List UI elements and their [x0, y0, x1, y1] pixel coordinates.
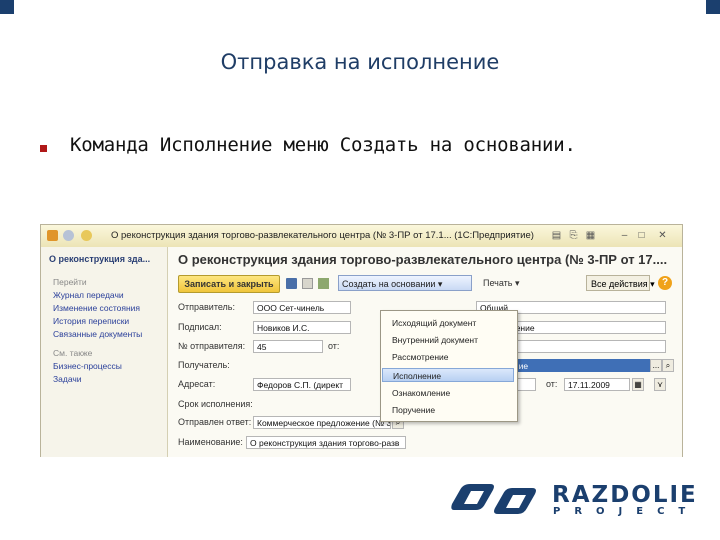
- signed-field[interactable]: Новиков И.С.: [253, 321, 351, 334]
- back-icon[interactable]: [63, 230, 74, 241]
- razdolie-logo-icon: [451, 484, 536, 514]
- app-logo-icon: [47, 230, 58, 241]
- star-icon[interactable]: [81, 230, 92, 241]
- create-based-on-button[interactable]: Создать на основании ▾: [338, 275, 472, 291]
- minimize-icon[interactable]: –: [619, 230, 630, 241]
- menu-item-acquaintance[interactable]: Ознакомление: [382, 386, 514, 400]
- state-search-button[interactable]: ⌕: [662, 359, 674, 372]
- label-name: Наименование:: [178, 437, 243, 447]
- logo-name: RAZDOLIE: [552, 482, 698, 508]
- addressee-field[interactable]: Федоров С.П. (директ: [253, 378, 351, 391]
- label-from-1: от:: [328, 341, 340, 351]
- sidebar-link-business-processes[interactable]: Бизнес-процессы: [53, 361, 122, 371]
- label-reply-to: Отправлен ответ:: [178, 417, 252, 427]
- bullet-marker: [40, 145, 47, 152]
- name-field[interactable]: О реконструкция здания торгово-разв: [246, 436, 406, 449]
- sidebar-header: О реконструкция зда...: [49, 254, 151, 264]
- create-based-on-menu: Исходящий документ Внутренний документ Р…: [380, 310, 518, 422]
- menu-item-execution[interactable]: Исполнение: [382, 368, 514, 382]
- form-toolbar: Записать и закрыть Создать на основании …: [168, 273, 682, 295]
- close-icon[interactable]: ✕: [657, 230, 668, 241]
- slide-title: Отправка на исполнение: [220, 50, 500, 74]
- window-titlebar: О реконструкция здания торгово-развлекат…: [41, 225, 682, 248]
- reply-to-field[interactable]: Коммерческое предложение (№ 3-09-1: [253, 416, 391, 429]
- all-actions-button[interactable]: Все действия ▾: [586, 275, 655, 291]
- date-field[interactable]: 17.11.2009: [564, 378, 630, 391]
- label-deadline: Срок исполнения:: [178, 399, 253, 409]
- label-from-2: от:: [546, 379, 558, 389]
- menu-item-assignment[interactable]: Поручение: [382, 403, 514, 417]
- print-button[interactable]: Печать ▾: [483, 278, 520, 289]
- sidebar: О реконструкция зда... Перейти Журнал пе…: [41, 247, 168, 457]
- state-select-button[interactable]: ...: [650, 359, 662, 372]
- sidebar-section-see-also: См. также: [53, 348, 93, 358]
- label-recipient: Получатель:: [178, 360, 230, 370]
- menu-item-review[interactable]: Рассмотрение: [382, 350, 514, 364]
- menu-item-internal[interactable]: Внутренний документ: [382, 333, 514, 347]
- corner-square-top-left: [0, 0, 14, 14]
- corner-square-top-right: [706, 0, 720, 14]
- copy-icon[interactable]: ▤: [551, 230, 562, 241]
- app-screenshot: О реконструкция здания торгово-развлекат…: [40, 224, 683, 457]
- menu-item-outgoing[interactable]: Исходящий документ: [382, 316, 514, 330]
- link-icon[interactable]: ⎘: [568, 230, 579, 241]
- sidebar-link-state-change[interactable]: Изменение состояния: [53, 303, 140, 313]
- label-addressee: Адресат:: [178, 379, 216, 389]
- sidebar-link-tasks[interactable]: Задачи: [53, 374, 82, 384]
- help-icon[interactable]: ?: [658, 276, 672, 290]
- more-button[interactable]: ⋎: [654, 378, 666, 391]
- logo-subtitle: PROJECT: [553, 506, 700, 517]
- sidebar-link-related-docs[interactable]: Связанные документы: [53, 329, 142, 339]
- sidebar-section-goto: Перейти: [53, 277, 87, 287]
- sidebar-link-transfer-log[interactable]: Журнал передачи: [53, 290, 124, 300]
- calendar-icon[interactable]: ▦: [585, 230, 596, 241]
- save-icon[interactable]: [286, 278, 297, 289]
- label-signed: Подписал:: [178, 322, 222, 332]
- sender-field[interactable]: ООО Сет-чинель: [253, 301, 351, 314]
- bullet-text: Команда Исполнение меню Создать на основ…: [70, 134, 576, 156]
- form-title: О реконструкция здания торгово-развлекат…: [178, 252, 668, 267]
- save-close-button[interactable]: Записать и закрыть: [178, 275, 280, 293]
- maximize-icon[interactable]: □: [636, 230, 647, 241]
- label-sender-no: № отправителя:: [178, 341, 246, 351]
- sidebar-link-history[interactable]: История переписки: [53, 316, 129, 326]
- document-icon[interactable]: [302, 278, 313, 289]
- calendar-button[interactable]: ▦: [632, 378, 644, 391]
- list-icon[interactable]: [318, 278, 329, 289]
- sender-no-field[interactable]: 45: [253, 340, 323, 353]
- label-sender: Отправитель:: [178, 302, 235, 312]
- form-area: О реконструкция здания торгово-развлекат…: [168, 247, 682, 457]
- window-title: О реконструкция здания торгово-развлекат…: [111, 230, 534, 241]
